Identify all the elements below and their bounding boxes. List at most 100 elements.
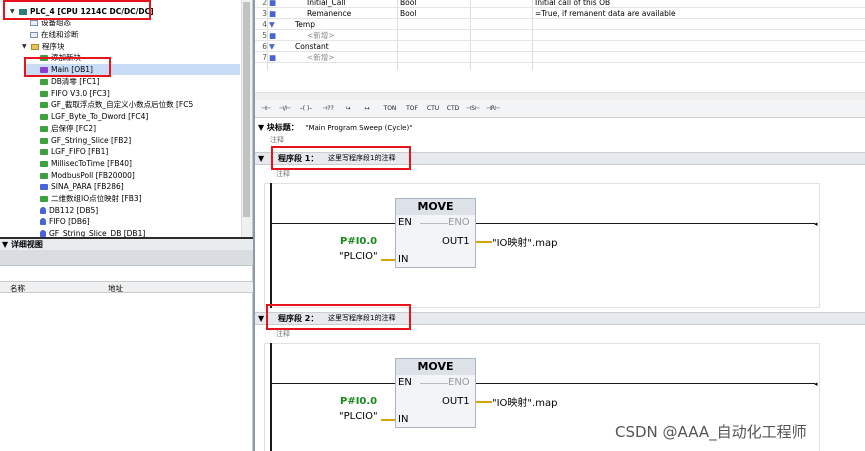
wire xyxy=(272,223,395,224)
out-operand[interactable]: "IO映射".map xyxy=(492,394,557,409)
block-title[interactable]: ▼ 块标题： "Main Program Sweep (Cycle)" xyxy=(258,122,412,133)
wire xyxy=(476,383,815,384)
tree-item-online-diag[interactable]: 在线和诊断 xyxy=(30,29,79,40)
ctu-button[interactable]: CTU xyxy=(425,102,441,116)
tree-item-block[interactable]: 启保停 [FC2] xyxy=(40,123,96,134)
wire xyxy=(381,419,395,421)
table-row[interactable]: 5 ■ <新增> xyxy=(255,30,865,41)
column-name[interactable]: 名称 xyxy=(10,283,25,294)
set-button[interactable]: ⊣S⊢ xyxy=(465,102,481,116)
fc-block-icon xyxy=(40,90,48,97)
block-interface-table: 2 ■ Initial_Call Bool Initial call of th… xyxy=(255,0,865,92)
power-rail xyxy=(270,183,272,308)
db-block-icon xyxy=(40,218,46,225)
in-operand[interactable]: "PLCIO" xyxy=(339,411,378,422)
table-row[interactable]: 2 ■ Initial_Call Bool Initial call of th… xyxy=(255,0,865,8)
fc-block-icon xyxy=(40,101,48,108)
highlight-box xyxy=(266,304,411,330)
tree-item-block[interactable]: GF_截取浮点数_自定义小数点后位数 [FC5 xyxy=(40,99,193,110)
tree-item-block[interactable]: DB清零 [FC1] xyxy=(40,76,99,87)
db-block-icon xyxy=(40,207,46,214)
tree-item-block[interactable]: ModbusPoll [FB20000] xyxy=(40,170,135,181)
ctd-button[interactable]: CTD xyxy=(445,102,461,116)
reset-button[interactable]: ⊣R⊢ xyxy=(485,102,501,116)
fc-block-icon xyxy=(40,125,48,132)
tree-item-block[interactable]: GF_String_Slice [FB2] xyxy=(40,135,131,146)
tree-item-block[interactable]: SINA_PARA [FB286] xyxy=(40,181,124,192)
folder-icon xyxy=(31,43,39,50)
var-icon: ■ xyxy=(269,53,277,62)
fb-block-icon xyxy=(40,195,48,202)
move-box-title: MOVE xyxy=(396,199,475,215)
tree-item-block[interactable]: LGF_Byte_To_Dword [FC4] xyxy=(40,111,148,122)
detail-view-panel xyxy=(0,237,253,451)
close-branch-button[interactable]: ↦ xyxy=(360,102,374,116)
out-operand[interactable]: "IO映射".map xyxy=(492,234,557,249)
table-row[interactable]: 6 ▼ Constant xyxy=(255,41,865,52)
in-operand[interactable]: "PLCIO" xyxy=(339,251,378,262)
no-contact-button[interactable]: ⊣⊢ xyxy=(258,102,274,116)
tree-item-block[interactable]: FIFO V3.0 [FC3] xyxy=(40,88,110,99)
collapse-arrow-icon[interactable]: ▼ xyxy=(258,153,264,164)
fc-block-icon xyxy=(40,113,48,120)
wire xyxy=(420,383,448,384)
fb-block-icon xyxy=(40,148,48,155)
interface-splitter[interactable] xyxy=(255,92,865,100)
tree-item-block[interactable]: DB112 [DB5] xyxy=(40,205,98,216)
table-row[interactable]: 7 ■ <新增> xyxy=(255,52,865,63)
network-2-comment[interactable]: 注释 xyxy=(276,329,290,339)
highlight-box xyxy=(3,0,151,20)
collapse-arrow-icon[interactable]: ▼ xyxy=(258,123,267,132)
wire xyxy=(476,401,492,403)
fc-block-icon xyxy=(40,78,48,85)
tree-item-block[interactable]: GF_String_Slice_DB [DB1] xyxy=(40,228,145,237)
wire xyxy=(272,383,395,384)
fb-block-icon xyxy=(40,137,48,144)
project-tree: ▼ PLC_4 [CPU 1214C DC/DC/DC] 设备组态 在线和诊断 … xyxy=(0,0,253,237)
collapse-arrow-icon[interactable]: ▼ xyxy=(2,240,11,249)
coil-button[interactable]: –( )– xyxy=(296,102,316,116)
tree-item-block[interactable]: LGF_FIFO [FB1] xyxy=(40,146,108,157)
block-comment[interactable]: 注释 xyxy=(270,135,284,145)
rail-end-icon: ◂ xyxy=(814,380,818,388)
tree-item-block[interactable]: 二维数组IO点位映射 [FB3] xyxy=(40,193,142,204)
tof-button[interactable]: TOF xyxy=(404,102,420,116)
ton-button[interactable]: TON xyxy=(382,102,398,116)
tree-scrollbar-thumb[interactable] xyxy=(243,2,250,217)
wire xyxy=(381,259,395,261)
network-1-comment[interactable]: 注释 xyxy=(276,169,290,179)
detail-view-header[interactable]: ▼ 详细视图 xyxy=(0,237,253,250)
pin-en: EN xyxy=(398,217,412,228)
in-constant[interactable]: P#I0.0 xyxy=(340,396,377,407)
wire xyxy=(476,241,492,243)
highlight-box xyxy=(24,57,111,77)
pin-out1: OUT1 xyxy=(442,396,470,407)
section-icon: ▼ xyxy=(269,42,275,51)
table-row[interactable]: 3 ■ Remanence Bool =True, if remanent da… xyxy=(255,8,865,19)
table-row[interactable]: 4 ▼ Temp xyxy=(255,19,865,30)
online-diag-icon xyxy=(30,31,38,38)
open-branch-button[interactable]: ↪ xyxy=(341,102,355,116)
in-constant[interactable]: P#I0.0 xyxy=(340,236,377,247)
pin-en: EN xyxy=(398,377,412,388)
highlight-box xyxy=(271,146,411,170)
collapse-arrow-icon[interactable]: ▼ xyxy=(258,313,264,324)
pin-in: IN xyxy=(398,254,409,265)
pin-eno: ENO xyxy=(448,217,470,228)
section-icon: ▼ xyxy=(269,20,275,29)
collapse-arrow-icon[interactable]: ▼ xyxy=(22,41,29,52)
detail-view-toolbar xyxy=(0,250,253,266)
watermark: CSDN @AAA_自动化工程师 xyxy=(615,423,807,441)
wire xyxy=(420,223,448,224)
tree-item-block[interactable]: FIFO [DB6] xyxy=(40,216,90,227)
pin-in: IN xyxy=(398,414,409,425)
empty-box-button[interactable]: ⊣?? xyxy=(319,102,337,116)
nc-contact-button[interactable]: ⊣/⊢ xyxy=(276,102,294,116)
tree-item-block[interactable]: MillisecToTime [FB40] xyxy=(40,158,132,169)
db-block-icon xyxy=(40,230,46,237)
move-box-title: MOVE xyxy=(396,359,475,375)
fb-block-icon xyxy=(40,160,48,167)
detail-view-columns: 名称 地址 xyxy=(0,281,253,293)
column-address[interactable]: 地址 xyxy=(108,283,123,294)
tree-item-program-blocks[interactable]: ▼ 程序块 xyxy=(22,41,65,52)
